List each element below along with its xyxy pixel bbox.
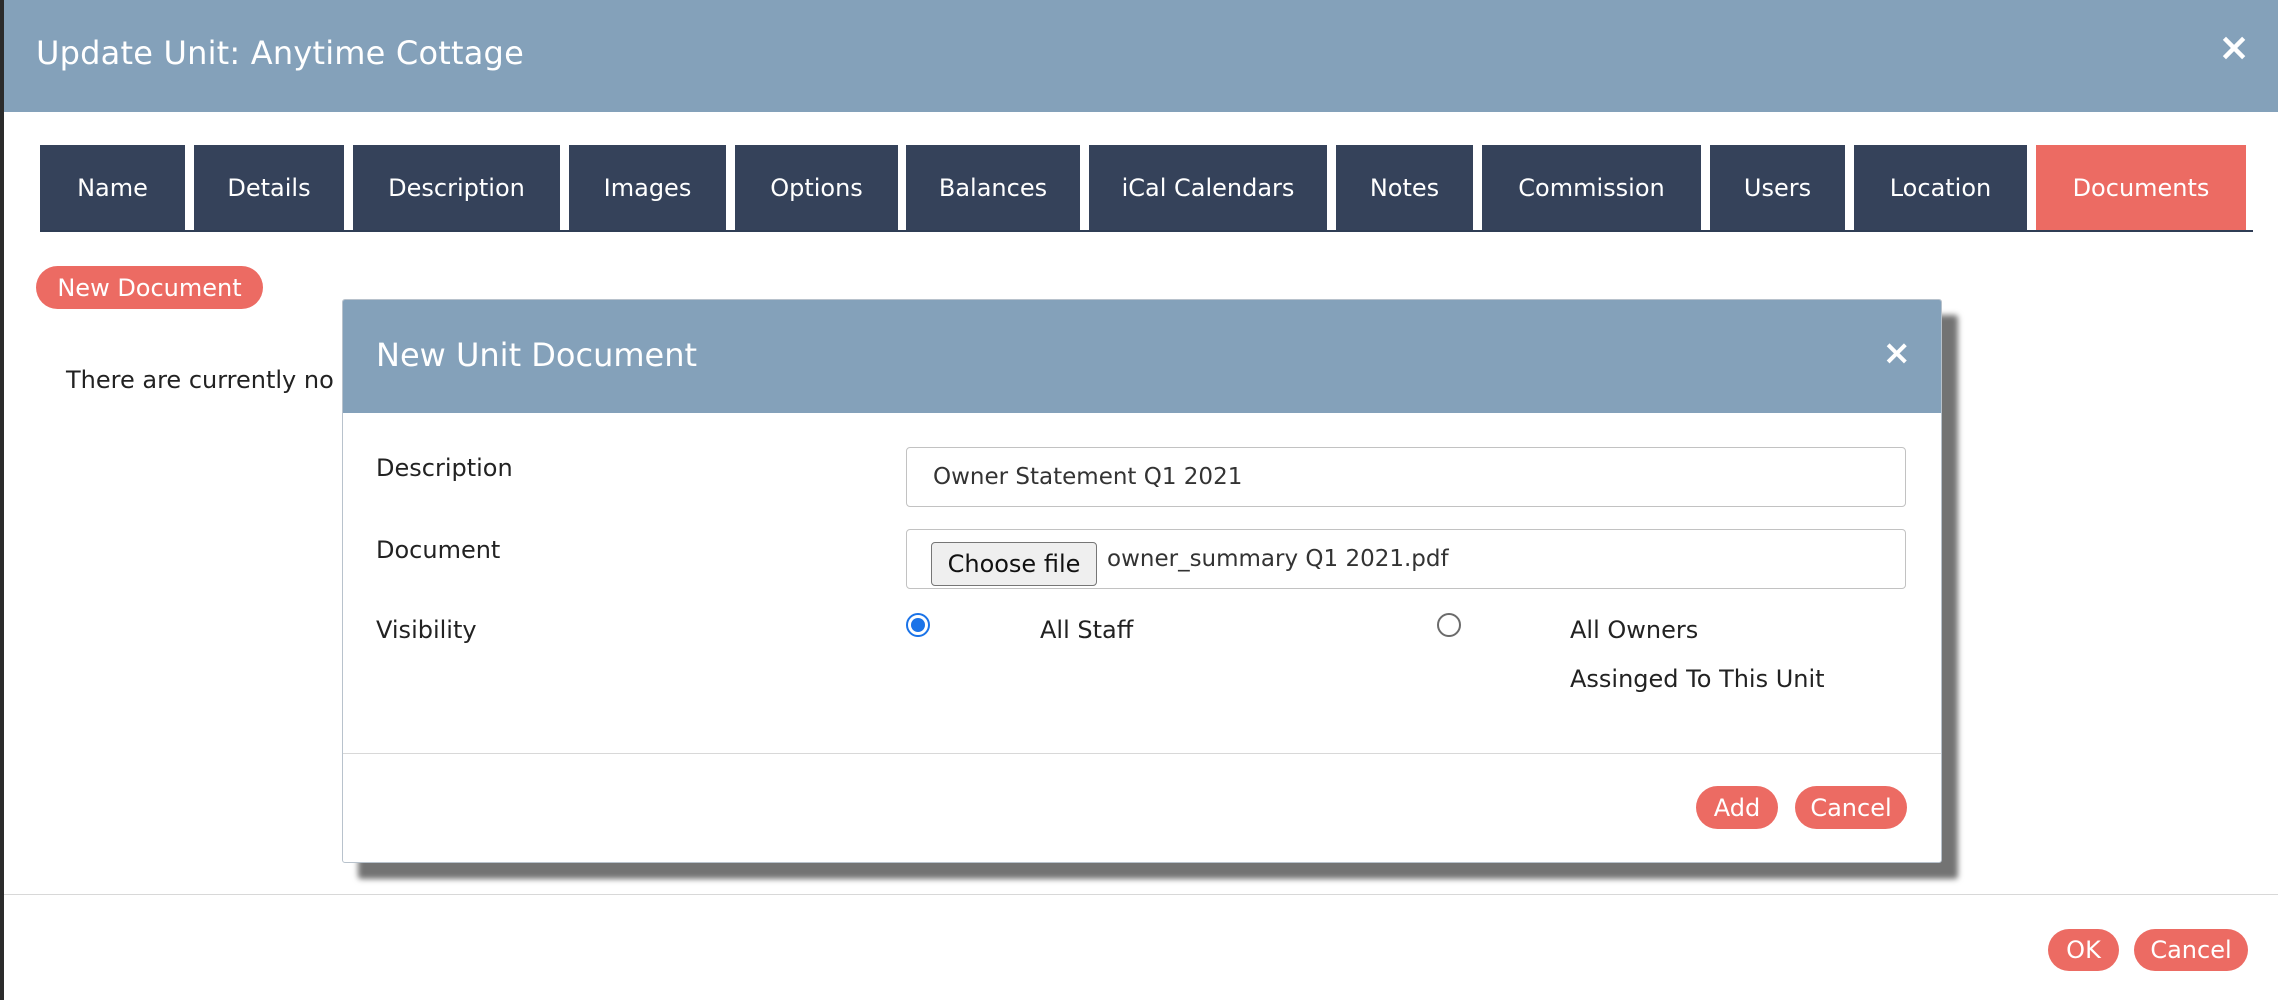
visibility-all-owners-radio[interactable] xyxy=(1437,613,1461,637)
tab-documents[interactable]: Documents xyxy=(2036,145,2246,230)
new-document-button[interactable]: New Document xyxy=(36,266,263,309)
ok-button[interactable]: OK xyxy=(2048,929,2119,971)
tab-name[interactable]: Name xyxy=(40,145,185,230)
dialog-title: New Unit Document xyxy=(376,336,698,374)
tab-details[interactable]: Details xyxy=(194,145,344,230)
footer-divider xyxy=(4,894,2278,895)
choose-file-button[interactable]: Choose file xyxy=(931,542,1097,586)
description-input[interactable]: Owner Statement Q1 2021 xyxy=(906,447,1906,507)
tab-users[interactable]: Users xyxy=(1710,145,1845,230)
tab-ical-calendars[interactable]: iCal Calendars xyxy=(1089,145,1327,230)
visibility-all-staff-radio[interactable] xyxy=(906,613,930,637)
unit-tabs: Name Details Description Images Options … xyxy=(40,145,2253,232)
dialog-footer-divider xyxy=(343,753,1941,754)
tab-description[interactable]: Description xyxy=(353,145,560,230)
tab-location[interactable]: Location xyxy=(1854,145,2027,230)
dialog-cancel-button[interactable]: Cancel xyxy=(1795,786,1907,829)
document-file-input[interactable]: Choose file owner_summary Q1 2021.pdf xyxy=(906,529,1906,589)
visibility-all-staff-label: All Staff xyxy=(1040,616,1134,644)
footer-cancel-button[interactable]: Cancel xyxy=(2134,929,2248,971)
tab-images[interactable]: Images xyxy=(569,145,726,230)
description-label: Description xyxy=(376,454,513,482)
window-title: Update Unit: Anytime Cottage xyxy=(36,34,524,72)
selected-file-name: owner_summary Q1 2021.pdf xyxy=(1107,546,1449,572)
dialog-close-icon[interactable]: × xyxy=(1883,336,1912,370)
tab-balances[interactable]: Balances xyxy=(906,145,1080,230)
visibility-all-owners-sublabel: Assinged To This Unit xyxy=(1570,665,1825,693)
tab-commission[interactable]: Commission xyxy=(1482,145,1701,230)
visibility-label: Visibility xyxy=(376,616,477,644)
visibility-all-owners-label: All Owners xyxy=(1570,616,1699,644)
dialog-header: New Unit Document × xyxy=(343,300,1941,413)
window-close-icon[interactable]: × xyxy=(2218,28,2250,66)
new-unit-document-dialog: New Unit Document × Description Owner St… xyxy=(342,299,1942,863)
document-label: Document xyxy=(376,536,501,564)
add-button[interactable]: Add xyxy=(1696,786,1778,829)
no-documents-message: There are currently no d xyxy=(66,366,357,394)
window-header: Update Unit: Anytime Cottage × xyxy=(4,0,2278,112)
tab-options[interactable]: Options xyxy=(735,145,898,230)
tab-notes[interactable]: Notes xyxy=(1336,145,1473,230)
